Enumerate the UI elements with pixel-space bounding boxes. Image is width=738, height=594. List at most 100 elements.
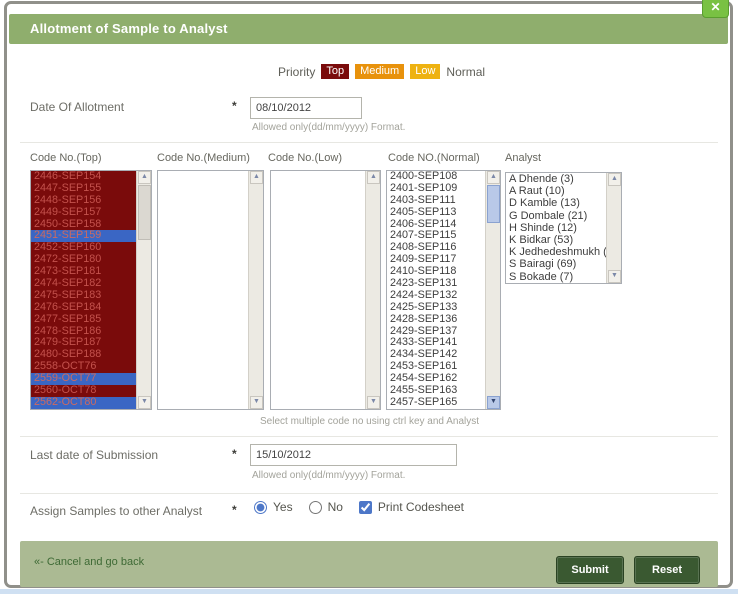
list-option[interactable]: 2446-SEP154: [31, 171, 136, 183]
scroll-down-icon[interactable]: ▼: [487, 396, 500, 409]
list-option[interactable]: 2434-SEP142: [387, 349, 485, 361]
print-codesheet-checkbox[interactable]: [359, 501, 372, 514]
dialog-footer: «- Cancel and go back Submit Reset: [20, 541, 718, 587]
list-option[interactable]: 2451-SEP159: [31, 230, 136, 242]
list-option[interactable]: 2560-OCT78: [31, 385, 136, 397]
priority-legend: Priority Top Medium Low Normal: [278, 64, 485, 79]
list-option[interactable]: 2406-SEP114: [387, 219, 485, 231]
scroll-up-icon[interactable]: ▲: [250, 171, 263, 184]
assign-controls: Yes No Print Codesheet: [254, 500, 464, 514]
list-option[interactable]: 2447-SEP155: [31, 183, 136, 195]
list-option[interactable]: 2457-SEP165: [387, 397, 485, 409]
scroll-down-icon[interactable]: ▼: [250, 396, 263, 409]
divider: [20, 493, 718, 494]
close-icon[interactable]: ✕: [702, 0, 729, 18]
list-option[interactable]: A Raut (10): [506, 185, 606, 197]
scrollbar[interactable]: ▲ ▼: [136, 171, 151, 409]
list-option[interactable]: 2400-SEP108: [387, 171, 485, 183]
list-option[interactable]: 2425-SEP133: [387, 302, 485, 314]
scrollbar[interactable]: ▲ ▼: [485, 171, 500, 409]
list-option[interactable]: H Shinde (12): [506, 222, 606, 234]
priority-low-badge: Low: [410, 64, 440, 79]
date-format-hint: Allowed only(dd/mm/yyyy) Format.: [252, 122, 405, 133]
list-option[interactable]: K Bidkar (53): [506, 234, 606, 246]
priority-normal-label: Normal: [446, 65, 485, 79]
scrollbar[interactable]: ▲ ▼: [606, 173, 621, 283]
analyst-listbox[interactable]: A Dhende (3)A Raut (10)D Kamble (13)G Do…: [505, 172, 622, 284]
code-normal-listbox[interactable]: 2400-SEP1082401-SEP1092403-SEP1112405-SE…: [386, 170, 501, 410]
list-option[interactable]: 2480-SEP188: [31, 349, 136, 361]
list-option[interactable]: 2562-OCT80: [31, 397, 136, 409]
list-option[interactable]: 2408-SEP116: [387, 242, 485, 254]
code-medium-listbox[interactable]: ▲ ▼: [157, 170, 264, 410]
assign-yes-label: Yes: [273, 500, 293, 514]
list-option[interactable]: S Bokade (7): [506, 271, 606, 283]
scroll-up-icon[interactable]: ▲: [138, 171, 151, 184]
divider: [20, 436, 718, 437]
scrollbar-thumb[interactable]: [138, 185, 151, 240]
assign-no-radio[interactable]: [309, 501, 322, 514]
list-option[interactable]: 2455-SEP163: [387, 385, 485, 397]
scrollbar[interactable]: ▲ ▼: [365, 171, 380, 409]
list-option[interactable]: 2475-SEP183: [31, 290, 136, 302]
list-option[interactable]: 2410-SEP118: [387, 266, 485, 278]
page-background-strip: [0, 589, 738, 594]
list-option[interactable]: 2405-SEP113: [387, 207, 485, 219]
priority-label: Priority: [278, 65, 315, 79]
list-options: [271, 171, 365, 409]
list-option[interactable]: 2478-SEP186: [31, 326, 136, 338]
last-date-label: Last date of Submission: [30, 448, 158, 462]
list-option[interactable]: 2452-SEP160: [31, 242, 136, 254]
scroll-up-icon[interactable]: ▲: [487, 171, 500, 184]
list-option[interactable]: 2450-SEP158: [31, 219, 136, 231]
list-option[interactable]: 2428-SEP136: [387, 314, 485, 326]
scroll-down-icon[interactable]: ▼: [138, 396, 151, 409]
list-option[interactable]: 2429-SEP137: [387, 326, 485, 338]
list-option[interactable]: 2454-SEP162: [387, 373, 485, 385]
list-option[interactable]: 2403-SEP111: [387, 195, 485, 207]
reset-button[interactable]: Reset: [634, 556, 700, 584]
priority-top-badge: Top: [321, 64, 349, 79]
list-option[interactable]: 2409-SEP117: [387, 254, 485, 266]
list-option[interactable]: K Jedhedeshmukh (24: [506, 246, 606, 258]
scroll-down-icon[interactable]: ▼: [608, 270, 621, 283]
scroll-up-icon[interactable]: ▲: [608, 173, 621, 186]
date-format-hint: Allowed only(dd/mm/yyyy) Format.: [252, 470, 405, 481]
assign-yes-radio[interactable]: [254, 501, 267, 514]
list-option[interactable]: 2558-OCT76: [31, 361, 136, 373]
assign-no-label: No: [328, 500, 343, 514]
list-option[interactable]: 2449-SEP157: [31, 207, 136, 219]
list-options: [158, 171, 248, 409]
list-option[interactable]: 2453-SEP161: [387, 361, 485, 373]
list-option[interactable]: S Bairagi (69): [506, 258, 606, 270]
list-options: 2446-SEP1542447-SEP1552448-SEP1562449-SE…: [31, 171, 136, 409]
list-option[interactable]: 2479-SEP187: [31, 337, 136, 349]
submit-button[interactable]: Submit: [556, 556, 624, 584]
dialog-title: Allotment of Sample to Analyst: [30, 14, 228, 44]
list-option[interactable]: 2424-SEP132: [387, 290, 485, 302]
code-top-listbox[interactable]: 2446-SEP1542447-SEP1552448-SEP1562449-SE…: [30, 170, 152, 410]
last-date-input[interactable]: [250, 444, 457, 466]
list-option[interactable]: 2448-SEP156: [31, 195, 136, 207]
list-option[interactable]: 2559-OCT77: [31, 373, 136, 385]
list-option[interactable]: 2474-SEP182: [31, 278, 136, 290]
list-option[interactable]: G Dombale (21): [506, 210, 606, 222]
list-option[interactable]: 2476-SEP184: [31, 302, 136, 314]
scrollbar[interactable]: ▲ ▼: [248, 171, 263, 409]
scroll-up-icon[interactable]: ▲: [367, 171, 380, 184]
list-option[interactable]: 2477-SEP185: [31, 314, 136, 326]
list-option[interactable]: 2407-SEP115: [387, 230, 485, 242]
cancel-go-back-link[interactable]: «- Cancel and go back: [34, 556, 144, 568]
code-low-listbox[interactable]: ▲ ▼: [270, 170, 381, 410]
date-of-allotment-input[interactable]: [250, 97, 362, 119]
list-option[interactable]: A Dhende (3): [506, 173, 606, 185]
priority-medium-badge: Medium: [355, 64, 404, 79]
list-option[interactable]: 2472-SEP180: [31, 254, 136, 266]
list-option[interactable]: 2473-SEP181: [31, 266, 136, 278]
list-option[interactable]: D Kamble (13): [506, 197, 606, 209]
scroll-down-icon[interactable]: ▼: [367, 396, 380, 409]
list-option[interactable]: 2401-SEP109: [387, 183, 485, 195]
scrollbar-thumb[interactable]: [487, 185, 500, 223]
list-option[interactable]: 2423-SEP131: [387, 278, 485, 290]
list-option[interactable]: 2433-SEP141: [387, 337, 485, 349]
